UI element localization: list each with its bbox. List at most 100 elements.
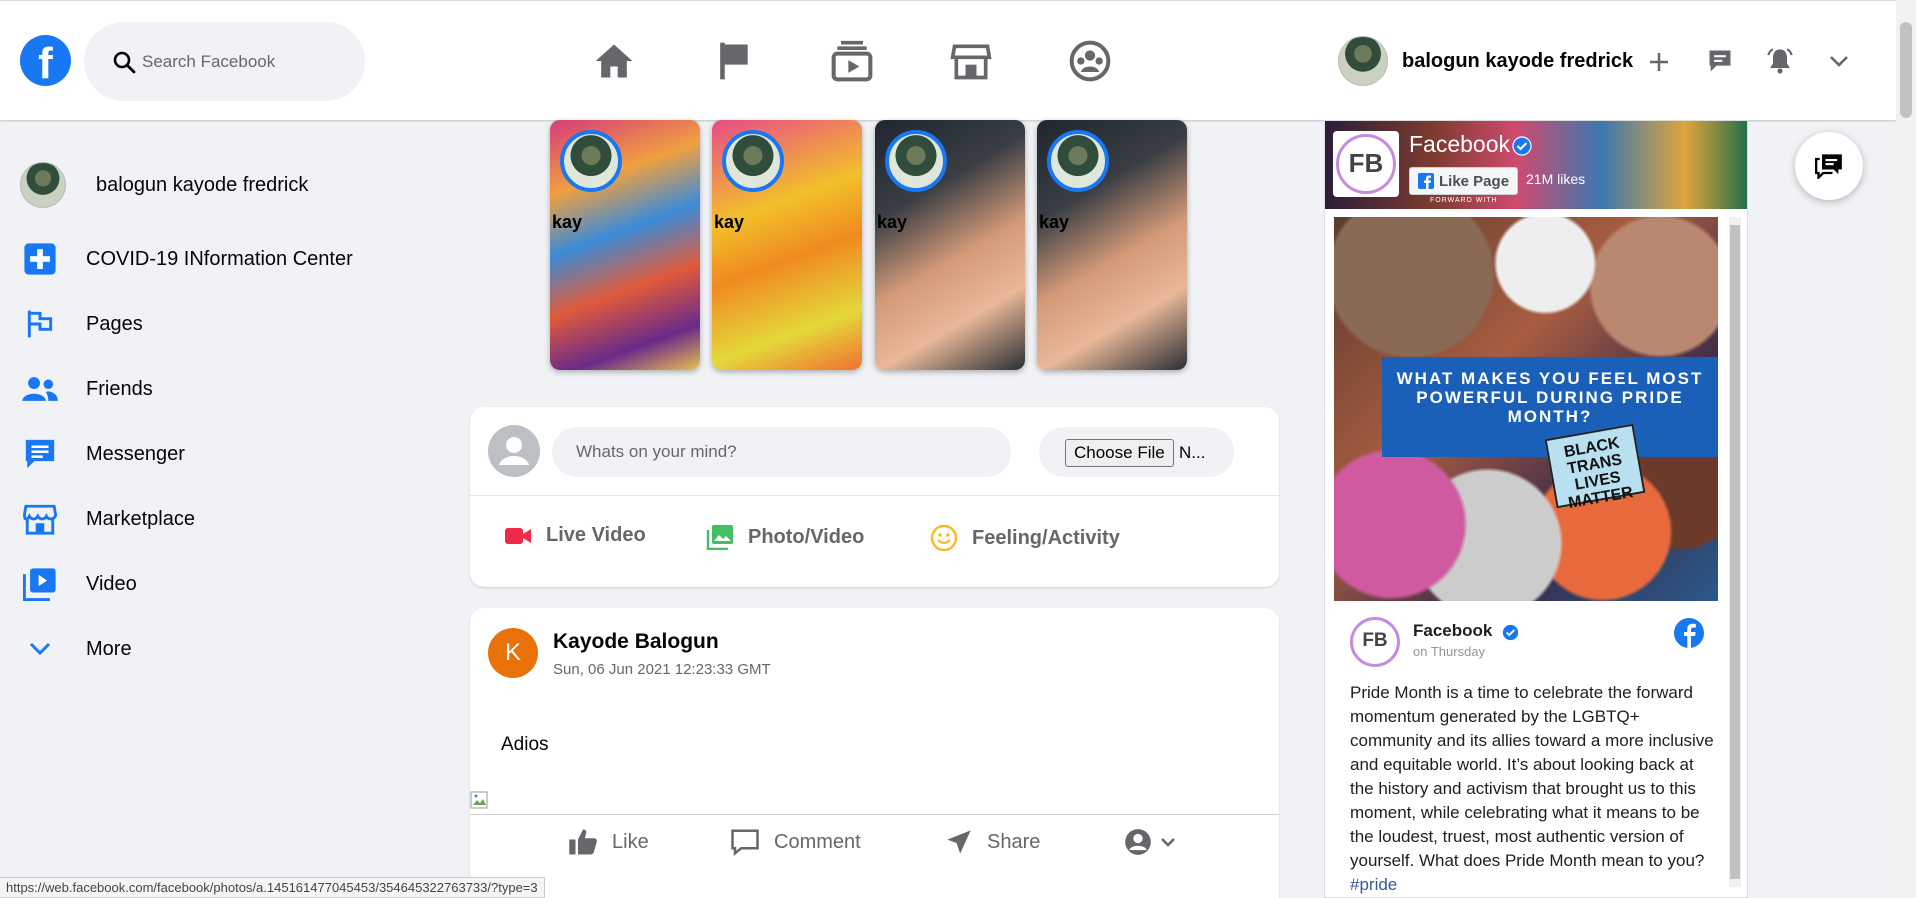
friends-icon bbox=[22, 377, 58, 401]
search-input[interactable]: Search Facebook bbox=[84, 22, 365, 101]
avatar bbox=[20, 162, 66, 208]
profile-link[interactable]: balogun kayode fredrick bbox=[1338, 36, 1633, 86]
sidebar-item-label: Video bbox=[86, 572, 137, 595]
feeling-activity-button[interactable]: Feeling/Activity bbox=[930, 524, 1120, 552]
post-timestamp[interactable]: Sun, 06 Jun 2021 12:23:33 GMT bbox=[553, 661, 771, 678]
story-name: kay bbox=[552, 212, 583, 232]
whats-on-your-mind-input[interactable]: Whats on your mind? bbox=[552, 427, 1011, 477]
post-card: K Kayode Balogun Sun, 06 Jun 2021 12:23:… bbox=[470, 608, 1279, 898]
likes-count: 21M likes bbox=[1526, 171, 1586, 187]
action-label: Live Video bbox=[546, 524, 646, 546]
store-icon bbox=[23, 504, 57, 535]
chevron-down-icon bbox=[1161, 838, 1175, 847]
like-label: Like bbox=[612, 830, 649, 853]
story-card[interactable]: kay bbox=[712, 120, 862, 370]
messenger-icon[interactable] bbox=[1706, 47, 1734, 75]
file-name: N... bbox=[1179, 443, 1206, 462]
video-icon bbox=[23, 568, 56, 601]
facebook-f-icon bbox=[1418, 173, 1434, 189]
widget-post-text: Pride Month is a time to celebrate the f… bbox=[1350, 683, 1714, 870]
post-image[interactable]: WHAT MAKES YOU FEEL MOST POWERFUL DURING… bbox=[1334, 217, 1718, 601]
post-composer: Whats on your mind? Choose File N... Liv… bbox=[470, 407, 1279, 587]
story-avatar bbox=[885, 130, 947, 192]
story-card[interactable]: kay bbox=[550, 120, 700, 370]
post-avatar[interactable]: K bbox=[488, 628, 538, 678]
flag-icon bbox=[27, 310, 53, 338]
comment-button[interactable]: Comment bbox=[730, 828, 861, 856]
sidebar-item-covid[interactable]: COVID-19 INformation Center bbox=[20, 239, 353, 279]
story-card[interactable]: kay bbox=[875, 120, 1025, 370]
post-page-logo[interactable]: FB bbox=[1350, 617, 1400, 667]
covid-plus-icon bbox=[24, 243, 56, 275]
story-avatar bbox=[1047, 130, 1109, 192]
divider bbox=[470, 495, 1279, 496]
action-label: Photo/Video bbox=[748, 525, 865, 548]
sidebar-item-label: Pages bbox=[86, 312, 143, 335]
account-chevron-down-icon[interactable] bbox=[1828, 53, 1850, 69]
post-time[interactable]: on Thursday bbox=[1413, 644, 1485, 659]
story-name: kay bbox=[877, 212, 908, 232]
search-placeholder: Search Facebook bbox=[142, 52, 276, 71]
page-name[interactable]: Facebook bbox=[1409, 131, 1510, 158]
like-button[interactable]: Like bbox=[568, 828, 649, 856]
widget-scrollbar[interactable] bbox=[1729, 217, 1741, 887]
post-author[interactable]: Kayode Balogun bbox=[553, 630, 719, 654]
like-page-button[interactable]: Like Page bbox=[1409, 167, 1519, 195]
audience-selector[interactable] bbox=[1124, 828, 1190, 856]
live-video-icon bbox=[505, 527, 531, 544]
page-logo[interactable]: FB bbox=[1333, 131, 1399, 197]
story-avatar bbox=[560, 130, 622, 192]
sidebar-item-label: Marketplace bbox=[86, 507, 195, 530]
notifications-bell-icon[interactable] bbox=[1766, 47, 1794, 75]
choose-file-button[interactable]: Choose File bbox=[1065, 439, 1174, 467]
new-message-button[interactable] bbox=[1795, 132, 1863, 200]
story-card[interactable]: kay bbox=[1037, 120, 1187, 370]
marketplace-icon[interactable] bbox=[949, 39, 993, 83]
live-video-button[interactable]: Live Video bbox=[504, 524, 646, 547]
sidebar-item-marketplace[interactable]: Marketplace bbox=[20, 499, 195, 539]
watch-icon[interactable] bbox=[830, 39, 874, 83]
post-page-name[interactable]: Facebook bbox=[1413, 621, 1492, 641]
story-name: kay bbox=[714, 212, 745, 232]
user-name: balogun kayode fredrick bbox=[1402, 49, 1634, 72]
comment-icon bbox=[731, 829, 759, 856]
verified-badge-icon bbox=[1512, 136, 1532, 156]
page-cover[interactable]: FB Facebook Like Page 21M likes FORWARD … bbox=[1325, 121, 1747, 209]
share-label: Share bbox=[987, 830, 1041, 853]
sidebar-item-friends[interactable]: Friends bbox=[20, 369, 153, 409]
share-icon bbox=[947, 830, 971, 854]
hashtag-link[interactable]: #pride bbox=[1350, 875, 1397, 894]
verified-badge-icon bbox=[1502, 624, 1519, 641]
sidebar-profile[interactable]: balogun kayode fredrick bbox=[20, 162, 308, 208]
comment-label: Comment bbox=[774, 830, 861, 853]
story-name: kay bbox=[1039, 212, 1070, 232]
facebook-page-plugin: FB Facebook Like Page 21M likes FORWARD … bbox=[1324, 120, 1748, 898]
photo-icon bbox=[706, 525, 733, 550]
broken-image-icon bbox=[470, 791, 488, 809]
facebook-logo-icon[interactable] bbox=[1673, 617, 1705, 649]
feeling-smiley-icon bbox=[930, 524, 958, 552]
sidebar-item-label: More bbox=[86, 637, 132, 660]
page-scrollbar[interactable] bbox=[1896, 0, 1916, 898]
sidebar-item-more[interactable]: More bbox=[20, 629, 132, 669]
sidebar-item-video[interactable]: Video bbox=[20, 564, 137, 604]
chevron-down-icon bbox=[29, 642, 51, 656]
groups-icon[interactable] bbox=[1068, 39, 1112, 83]
post-text: Adios bbox=[501, 734, 549, 755]
plus-icon[interactable] bbox=[1648, 51, 1670, 73]
home-icon[interactable] bbox=[592, 39, 636, 83]
sidebar-item-pages[interactable]: Pages bbox=[20, 304, 143, 344]
facebook-logo[interactable]: f bbox=[20, 35, 71, 86]
sidebar-item-messenger[interactable]: Messenger bbox=[20, 434, 185, 474]
sidebar-item-label: Messenger bbox=[86, 442, 185, 465]
sidebar-item-label: COVID-19 INformation Center bbox=[86, 247, 353, 270]
avatar bbox=[1338, 36, 1388, 86]
new-message-icon bbox=[1815, 154, 1842, 179]
pages-flag-icon[interactable] bbox=[711, 39, 755, 83]
sidebar-item-label: Friends bbox=[86, 377, 153, 400]
messenger-icon bbox=[25, 439, 55, 469]
divider bbox=[470, 814, 1279, 815]
share-button[interactable]: Share bbox=[945, 828, 1040, 856]
audience-user-icon bbox=[1125, 829, 1151, 855]
photo-video-button[interactable]: Photo/Video bbox=[706, 524, 864, 550]
